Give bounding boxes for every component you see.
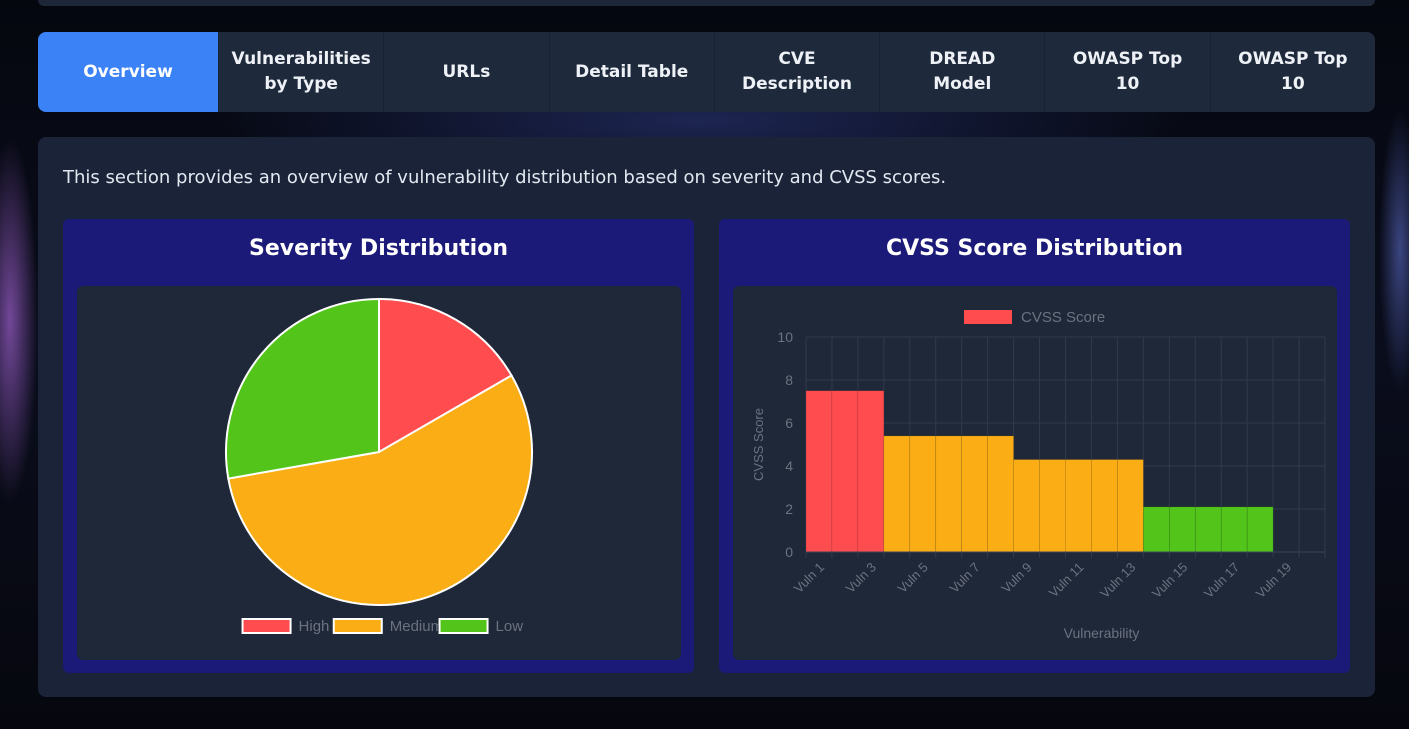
legend-swatch-medium bbox=[332, 618, 383, 634]
cvss-chart-title: CVSS Score Distribution bbox=[885, 236, 1183, 261]
legend-label-medium: Medium bbox=[390, 618, 443, 635]
bar-vuln-7 bbox=[961, 435, 988, 553]
cvss-chart-container: 0 2 4 6 8 10 Vuln 1 Vuln 3 Vuln 5 Vuln 7 Vuln 9 Vul… bbox=[733, 286, 1337, 660]
y-tick-label-2: 2 bbox=[785, 501, 793, 517]
bar-vuln-5 bbox=[909, 435, 937, 553]
tab-dread-model[interactable]: DREAD Model bbox=[880, 32, 1046, 112]
x-tick-label-vuln-11: Vuln 11 bbox=[1046, 560, 1087, 601]
tab-owasp-top-10[interactable]: OWASP Top 10 bbox=[1045, 32, 1211, 112]
bar-vuln-16 bbox=[1194, 506, 1222, 553]
y-tick-label-8: 8 bbox=[785, 372, 793, 388]
x-tick-label-vuln-1: Vuln 1 bbox=[791, 560, 827, 596]
bar-vuln-17 bbox=[1220, 506, 1248, 553]
x-tick-label-vuln-17: Vuln 17 bbox=[1201, 560, 1242, 601]
bar-vuln-1 bbox=[805, 390, 833, 553]
severity-pie-chart: High Medium Low bbox=[225, 297, 533, 635]
tab-urls[interactable]: URLs bbox=[384, 32, 550, 112]
x-tick-label-vuln-19: Vuln 19 bbox=[1253, 560, 1294, 601]
tab-bar: Overview Vulnerabilities by Type URLs De… bbox=[38, 32, 1375, 112]
x-tick-label-vuln-5: Vuln 5 bbox=[895, 560, 931, 596]
tab-overview[interactable]: Overview bbox=[38, 32, 219, 112]
legend-swatch-high bbox=[241, 618, 292, 634]
x-tick-label-vuln-15: Vuln 15 bbox=[1149, 560, 1190, 601]
cvss-bar-chart: 0 2 4 6 8 10 Vuln 1 Vuln 3 Vuln 5 Vuln 7 Vuln 9 Vul… bbox=[751, 309, 1326, 641]
severity-distribution-card: Severity Distribution High Medium Low bbox=[63, 219, 694, 673]
top-bar bbox=[38, 0, 1375, 6]
y-tick-label-4: 4 bbox=[785, 458, 793, 474]
y-tick-label-0: 0 bbox=[785, 544, 793, 560]
bar-vuln-4 bbox=[883, 435, 911, 553]
x-tick-label-vuln-13: Vuln 13 bbox=[1097, 560, 1138, 601]
overview-intro-text: This section provides an overview of vul… bbox=[63, 167, 947, 188]
y-axis-title: CVSS Score bbox=[751, 408, 766, 481]
tab-owasp-top-10-second[interactable]: OWASP Top 10 bbox=[1211, 32, 1375, 112]
bar-vuln-2 bbox=[831, 390, 859, 553]
pie-slice-low bbox=[225, 297, 380, 480]
legend-label-cvss-score: CVSS Score bbox=[1021, 309, 1105, 326]
bar-vuln-18 bbox=[1246, 506, 1274, 553]
bar-vuln-6 bbox=[935, 435, 963, 553]
bar-vuln-13 bbox=[1117, 459, 1144, 553]
bar-vuln-15 bbox=[1168, 506, 1196, 553]
legend-swatch-low bbox=[438, 618, 489, 634]
bar-vuln-3 bbox=[857, 390, 885, 553]
severity-chart-container: High Medium Low bbox=[77, 286, 681, 660]
legend-label-high: High bbox=[299, 618, 330, 635]
cvss-distribution-card: CVSS Score Distribution 0 2 4 6 8 10 Vuln 1 Vul… bbox=[719, 219, 1350, 673]
y-tick-label-10: 10 bbox=[777, 329, 793, 345]
x-axis-title: Vulnerability bbox=[1064, 625, 1140, 641]
bar-vuln-10 bbox=[1039, 459, 1066, 553]
bar-vuln-14 bbox=[1143, 506, 1170, 553]
y-tick-label-6: 6 bbox=[785, 415, 793, 431]
bar-vuln-12 bbox=[1091, 459, 1118, 553]
bar-vuln-8 bbox=[987, 435, 1014, 553]
overview-panel: This section provides an overview of vul… bbox=[38, 137, 1375, 697]
bar-vuln-9 bbox=[1013, 459, 1040, 553]
bar-vuln-11 bbox=[1065, 459, 1092, 553]
tab-cve-description[interactable]: CVE Description bbox=[715, 32, 881, 112]
legend-label-low: Low bbox=[496, 618, 524, 635]
x-tick-label-vuln-7: Vuln 7 bbox=[946, 560, 982, 596]
x-tick-label-vuln-9: Vuln 9 bbox=[998, 560, 1034, 596]
severity-chart-title: Severity Distribution bbox=[249, 236, 508, 261]
legend-swatch-cvss-score bbox=[964, 310, 1012, 324]
tab-vulnerabilities-by-type[interactable]: Vulnerabilities by Type bbox=[219, 32, 385, 112]
x-tick-label-vuln-3: Vuln 3 bbox=[843, 560, 879, 596]
tab-detail-table[interactable]: Detail Table bbox=[550, 32, 715, 112]
